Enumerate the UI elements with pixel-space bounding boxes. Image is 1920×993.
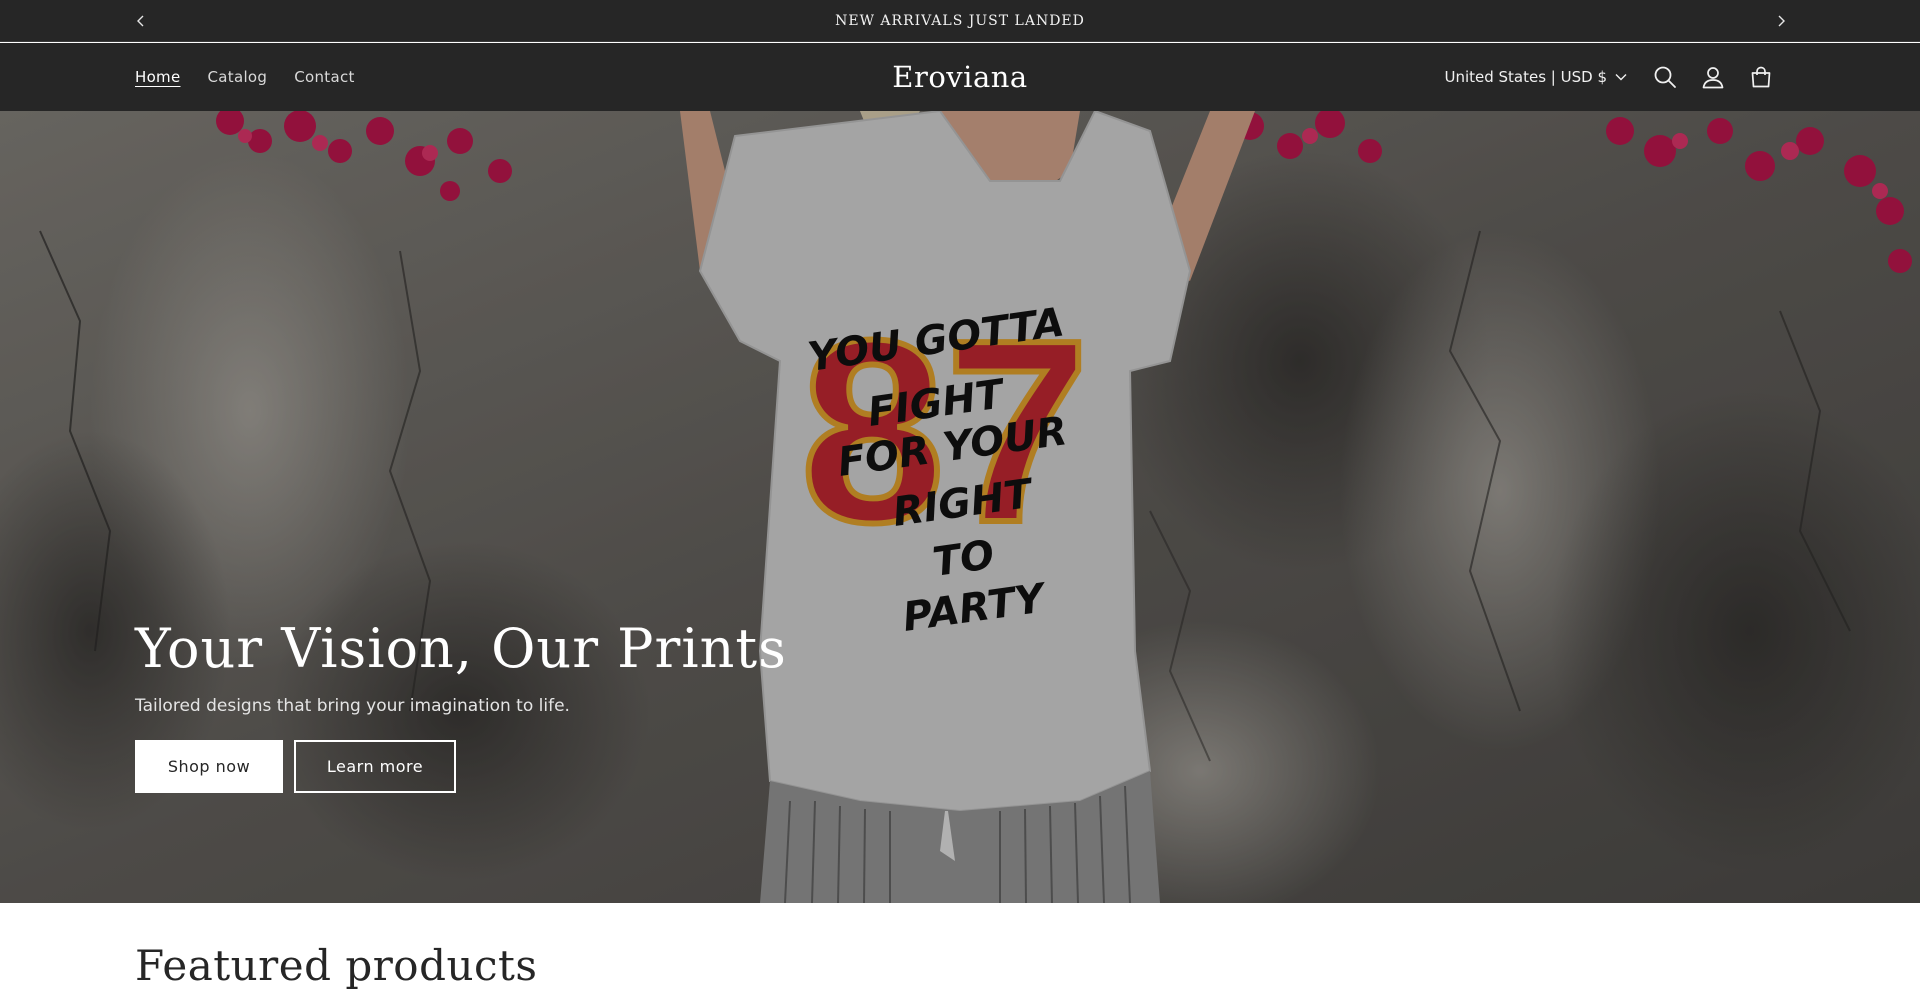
main-nav: Home Catalog Contact bbox=[135, 43, 355, 111]
nav-home-link[interactable]: Home bbox=[135, 68, 181, 86]
chevron-down-icon bbox=[1615, 74, 1627, 81]
featured-products-section: Featured products bbox=[0, 903, 1920, 993]
announcement-text: NEW ARRIVALS JUST LANDED bbox=[835, 12, 1085, 29]
hero-banner: 87 YOU GOTTA FIGHT FOR YOUR RIGHT TO PAR… bbox=[0, 111, 1920, 903]
cart-button[interactable] bbox=[1737, 53, 1785, 101]
hero-title: Your Vision, Our Prints bbox=[135, 617, 787, 680]
announcement-next-button[interactable] bbox=[1769, 9, 1793, 33]
shop-now-button[interactable]: Shop now bbox=[135, 740, 283, 794]
country-selector-label: United States | USD $ bbox=[1444, 68, 1607, 86]
announcement-prev-button[interactable] bbox=[129, 9, 153, 33]
brand-logo[interactable]: Eroviana bbox=[892, 60, 1027, 94]
hero-content: Your Vision, Our Prints Tailored designs… bbox=[135, 617, 787, 794]
search-icon bbox=[1654, 66, 1676, 88]
nav-contact-link[interactable]: Contact bbox=[294, 68, 354, 86]
search-button[interactable] bbox=[1641, 53, 1689, 101]
site-header: Home Catalog Contact Eroviana United Sta… bbox=[0, 43, 1920, 111]
hero-buttons: Shop now Learn more bbox=[135, 740, 787, 794]
nav-catalog-link[interactable]: Catalog bbox=[208, 68, 268, 86]
country-selector[interactable]: United States | USD $ bbox=[1444, 68, 1627, 86]
header-actions: United States | USD $ bbox=[1444, 43, 1785, 111]
cart-icon bbox=[1751, 66, 1771, 88]
hero-subtitle: Tailored designs that bring your imagina… bbox=[135, 696, 570, 717]
learn-more-button[interactable]: Learn more bbox=[294, 740, 456, 794]
featured-products-title: Featured products bbox=[135, 941, 538, 990]
account-button[interactable] bbox=[1689, 53, 1737, 101]
chevron-left-icon bbox=[137, 15, 144, 27]
account-icon bbox=[1702, 67, 1724, 89]
chevron-right-icon bbox=[1778, 15, 1785, 27]
announcement-bar: NEW ARRIVALS JUST LANDED bbox=[0, 0, 1920, 42]
